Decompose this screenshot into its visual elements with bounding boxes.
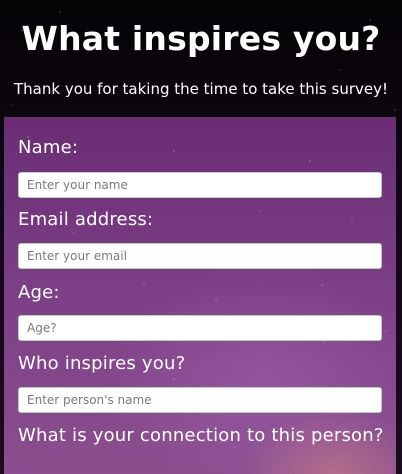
page-title: What inspires you? bbox=[21, 19, 381, 58]
name-input[interactable] bbox=[18, 172, 382, 198]
inspirer-label: Who inspires you? bbox=[18, 353, 186, 374]
page-subtitle: Thank you for taking the time to take th… bbox=[14, 80, 388, 98]
inspirer-input[interactable] bbox=[18, 387, 382, 413]
email-input[interactable] bbox=[18, 243, 382, 269]
age-input[interactable] bbox=[18, 315, 382, 341]
survey-form: Name: Email address: Age: Who inspires y… bbox=[4, 117, 396, 474]
email-label: Email address: bbox=[18, 209, 154, 230]
name-label: Name: bbox=[18, 137, 79, 158]
connection-label: What is your connection to this person? bbox=[18, 425, 384, 446]
age-label: Age: bbox=[18, 282, 60, 303]
